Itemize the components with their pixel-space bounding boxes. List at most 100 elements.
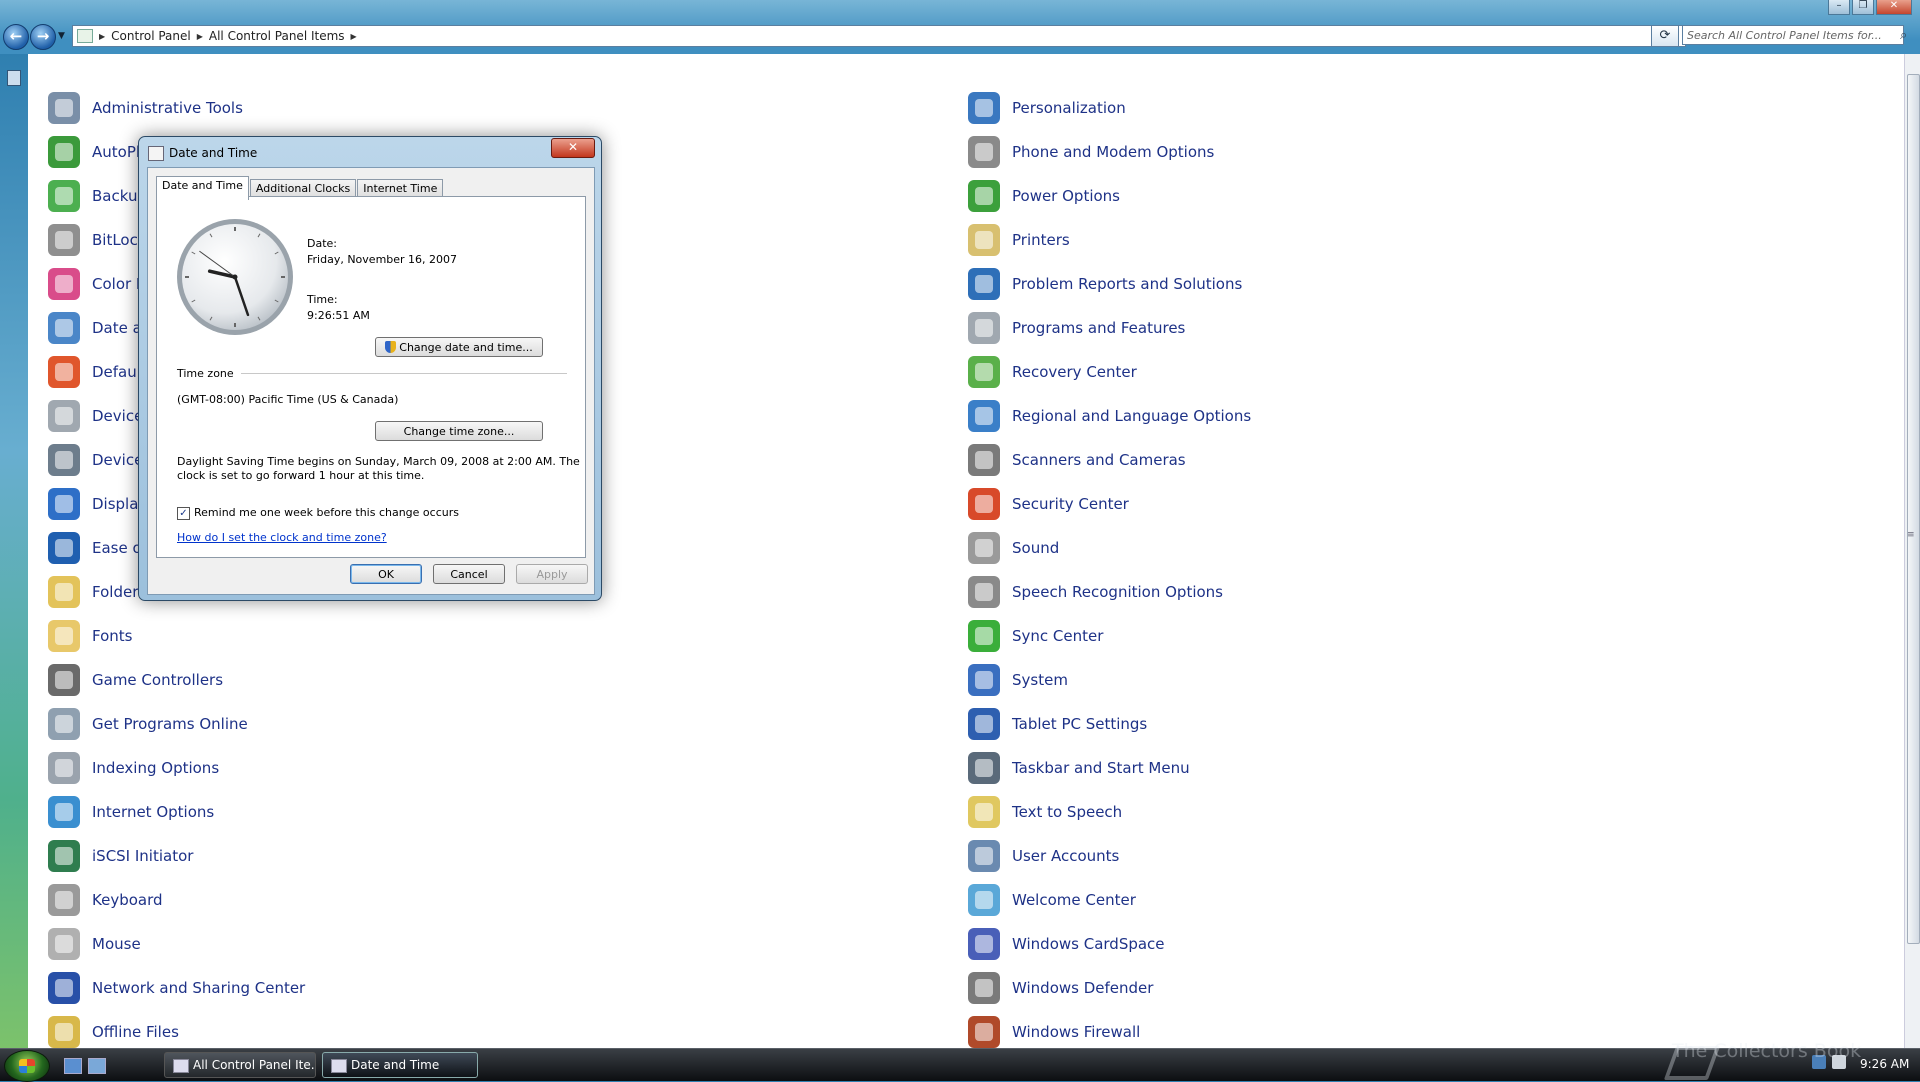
start-button[interactable] bbox=[4, 1050, 50, 1082]
control-panel-item[interactable]: Windows Defender bbox=[968, 966, 1251, 1010]
chevron-right-icon[interactable]: ▶ bbox=[197, 32, 203, 41]
control-panel-item[interactable]: Windows CardSpace bbox=[968, 922, 1251, 966]
taskbar-item-date-and-time[interactable]: Date and Time bbox=[322, 1052, 478, 1078]
control-panel-item[interactable]: Mouse bbox=[48, 922, 305, 966]
search-input[interactable]: Search All Control Panel Items for... bbox=[1682, 25, 1904, 45]
forward-button[interactable]: → bbox=[30, 24, 56, 50]
control-panel-item[interactable]: User Accounts bbox=[968, 834, 1251, 878]
control-panel-item[interactable]: Sync Center bbox=[968, 614, 1251, 658]
breadcrumb-all-items[interactable]: All Control Panel Items bbox=[209, 29, 345, 43]
control-panel-item[interactable]: Speech Recognition Options bbox=[968, 570, 1251, 614]
control-panel-item-label: Get Programs Online bbox=[92, 715, 248, 733]
applet-icon bbox=[968, 532, 1000, 564]
applet-icon bbox=[968, 708, 1000, 740]
control-panel-item[interactable]: Tablet PC Settings bbox=[968, 702, 1251, 746]
control-panel-item[interactable]: Recovery Center bbox=[968, 350, 1251, 394]
chevron-right-icon[interactable]: ▶ bbox=[351, 32, 357, 41]
close-button[interactable]: ✕ bbox=[1876, 0, 1912, 15]
change-date-time-button[interactable]: Change date and time... bbox=[375, 337, 543, 357]
search-icon[interactable]: ⌕ bbox=[1900, 28, 1907, 43]
address-field[interactable]: ▶ Control Panel ▶ All Control Panel Item… bbox=[72, 25, 1686, 47]
control-panel-item[interactable]: System bbox=[968, 658, 1251, 702]
minimize-button[interactable]: – bbox=[1828, 0, 1850, 15]
control-panel-item-label: Game Controllers bbox=[92, 671, 224, 689]
applet-icon bbox=[48, 928, 80, 960]
recent-pages-dropdown-icon[interactable]: ▼ bbox=[58, 31, 65, 41]
task-label: Date and Time bbox=[351, 1058, 440, 1072]
control-panel-item[interactable]: Internet Options bbox=[48, 790, 305, 834]
control-panel-item[interactable]: Scanners and Cameras bbox=[968, 438, 1251, 482]
control-panel-item[interactable]: Taskbar and Start Menu bbox=[968, 746, 1251, 790]
applet-icon bbox=[968, 576, 1000, 608]
control-panel-item[interactable]: Indexing Options bbox=[48, 746, 305, 790]
applet-icon bbox=[968, 928, 1000, 960]
control-panel-item-label: Administrative Tools bbox=[92, 99, 243, 117]
refresh-button[interactable]: ⟳ bbox=[1651, 25, 1679, 47]
help-link[interactable]: How do I set the clock and time zone? bbox=[177, 531, 387, 544]
switch-windows-icon[interactable] bbox=[88, 1058, 106, 1074]
applet-icon bbox=[48, 92, 80, 124]
control-panel-item-label: Indexing Options bbox=[92, 759, 220, 777]
control-panel-item[interactable]: Programs and Features bbox=[968, 306, 1251, 350]
applet-icon bbox=[968, 356, 1000, 388]
control-panel-item[interactable]: Power Options bbox=[968, 174, 1251, 218]
applet-icon bbox=[48, 664, 80, 696]
control-panel-item-label: Mouse bbox=[92, 935, 141, 953]
applet-icon bbox=[968, 444, 1000, 476]
vertical-scrollbar[interactable]: ≡ bbox=[1904, 54, 1920, 1048]
applet-icon bbox=[48, 972, 80, 1004]
applet-icon bbox=[48, 224, 80, 256]
control-panel-icon bbox=[77, 29, 93, 43]
applet-icon bbox=[968, 180, 1000, 212]
control-panel-item-label: Network and Sharing Center bbox=[92, 979, 306, 997]
applet-icon bbox=[968, 840, 1000, 872]
control-panel-item[interactable]: Network and Sharing Center bbox=[48, 966, 305, 1010]
remind-checkbox-label[interactable]: Remind me one week before this change oc… bbox=[194, 506, 459, 519]
applet-icon bbox=[968, 400, 1000, 432]
control-panel-item[interactable]: Problem Reports and Solutions bbox=[968, 262, 1251, 306]
remind-checkbox[interactable]: ✓ bbox=[177, 507, 190, 520]
control-panel-item-label: Welcome Center bbox=[1012, 891, 1136, 909]
control-panel-item[interactable]: Security Center bbox=[968, 482, 1251, 526]
apply-button[interactable]: Apply bbox=[516, 564, 588, 584]
control-panel-item-label: Security Center bbox=[1012, 495, 1129, 513]
control-panel-item[interactable]: Phone and Modem Options bbox=[968, 130, 1251, 174]
applet-icon bbox=[48, 268, 80, 300]
control-panel-item-label: User Accounts bbox=[1012, 847, 1120, 865]
applet-icon bbox=[48, 312, 80, 344]
taskbar-item-control-panel[interactable]: All Control Panel Ite... bbox=[164, 1052, 316, 1078]
control-panel-item[interactable]: Personalization bbox=[968, 86, 1251, 130]
applet-icon bbox=[48, 796, 80, 828]
cancel-button[interactable]: Cancel bbox=[433, 564, 505, 584]
control-panel-item[interactable]: Administrative Tools bbox=[48, 86, 305, 130]
control-panel-item[interactable]: Keyboard bbox=[48, 878, 305, 922]
control-panel-item[interactable]: Fonts bbox=[48, 614, 305, 658]
ok-button[interactable]: OK bbox=[350, 564, 422, 584]
control-panel-item[interactable]: iSCSI Initiator bbox=[48, 834, 305, 878]
show-desktop-icon[interactable] bbox=[64, 1058, 82, 1074]
applet-icon bbox=[968, 796, 1000, 828]
back-button[interactable]: ← bbox=[3, 24, 29, 50]
control-panel-item[interactable]: Welcome Center bbox=[968, 878, 1251, 922]
control-panel-item[interactable]: Get Programs Online bbox=[48, 702, 305, 746]
tab-date-and-time[interactable]: Date and Time bbox=[156, 176, 249, 200]
breadcrumb-control-panel[interactable]: Control Panel bbox=[111, 29, 191, 43]
control-panel-item[interactable]: Game Controllers bbox=[48, 658, 305, 702]
control-panel-item-label: System bbox=[1012, 671, 1068, 689]
control-panel-item[interactable]: Sound bbox=[968, 526, 1251, 570]
control-panel-item[interactable]: Regional and Language Options bbox=[968, 394, 1251, 438]
applet-icon bbox=[968, 972, 1000, 1004]
control-panel-item[interactable]: Text to Speech bbox=[968, 790, 1251, 834]
address-bar: ← → ▼ ▶ Control Panel ▶ All Control Pane… bbox=[0, 22, 1920, 50]
pane-toggle-icon[interactable] bbox=[7, 70, 21, 86]
applet-icon bbox=[48, 1016, 80, 1048]
date-time-icon bbox=[331, 1059, 347, 1073]
control-panel-item-label: Windows Firewall bbox=[1012, 1023, 1141, 1041]
dialog-close-button[interactable]: ✕ bbox=[551, 138, 595, 158]
change-timezone-button[interactable]: Change time zone... bbox=[375, 421, 543, 441]
control-panel-item[interactable]: Printers bbox=[968, 218, 1251, 262]
maximize-button[interactable]: ❐ bbox=[1852, 0, 1874, 15]
scrollbar-thumb[interactable] bbox=[1907, 74, 1920, 944]
taskbar-clock[interactable]: 9:26 AM bbox=[1860, 1057, 1909, 1071]
chevron-right-icon[interactable]: ▶ bbox=[99, 32, 105, 41]
